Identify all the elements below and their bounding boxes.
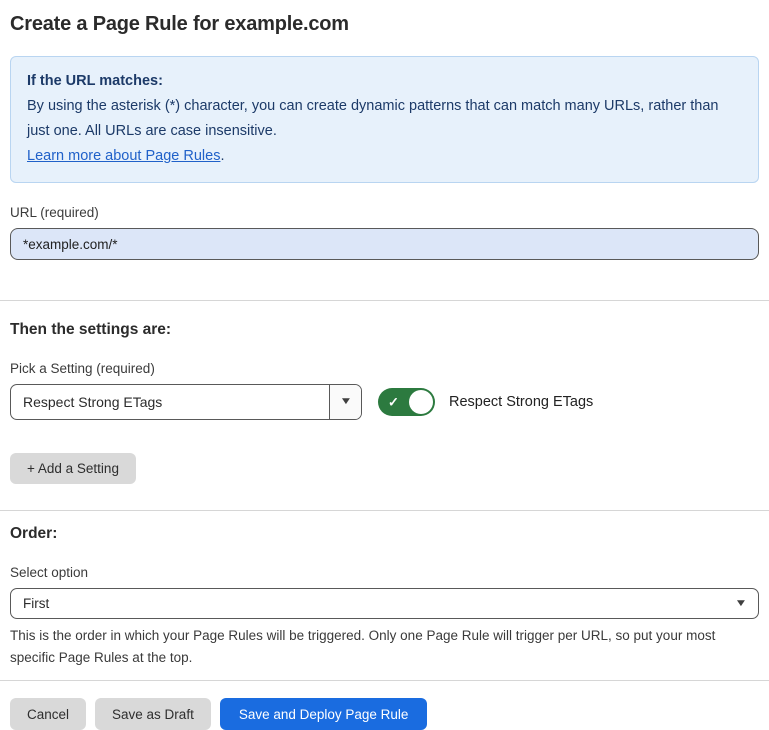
order-select-label: Select option [10,565,759,580]
order-heading: Order: [10,525,759,543]
caret-down-icon: ▼ [339,397,352,407]
page-title: Create a Page Rule for example.com [10,13,759,36]
caret-down-icon: ▼ [734,599,747,609]
setting-toggle[interactable]: ✓ [378,388,435,416]
save-deploy-button[interactable]: Save and Deploy Page Rule [220,698,428,730]
pick-setting-label: Pick a Setting (required) [10,361,759,376]
url-input[interactable] [10,228,759,260]
setting-select-value: Respect Strong ETags [11,385,329,419]
url-field-label: URL (required) [10,205,759,220]
setting-select-caret-box[interactable]: ▼ [329,385,361,419]
info-box-link-line: Learn more about Page Rules. [27,144,742,169]
setting-toggle-group: ✓ Respect Strong ETags [378,388,593,416]
create-page-rule-form: Create a Page Rule for example.com If th… [0,0,769,730]
order-select-value: First [23,596,736,611]
settings-heading: Then the settings are: [10,321,759,339]
add-setting-button[interactable]: + Add a Setting [10,453,136,484]
section-divider [0,300,769,301]
order-select[interactable]: First ▼ [10,588,759,619]
cancel-button[interactable]: Cancel [10,698,86,730]
section-divider [0,680,769,681]
info-box-body: By using the asterisk (*) character, you… [27,94,742,144]
setting-row: Respect Strong ETags ▼ ✓ Respect Strong … [10,384,759,420]
toggle-knob [409,390,433,414]
save-draft-button[interactable]: Save as Draft [95,698,211,730]
section-divider [0,510,769,511]
info-box-heading: If the URL matches: [27,69,742,94]
order-help-text: This is the order in which your Page Rul… [10,625,759,669]
setting-toggle-label: Respect Strong ETags [449,394,593,410]
learn-more-link[interactable]: Learn more about Page Rules [27,148,220,164]
check-icon: ✓ [388,396,399,409]
url-match-info-box: If the URL matches: By using the asteris… [10,56,759,183]
form-actions: Cancel Save as Draft Save and Deploy Pag… [10,698,759,730]
setting-select[interactable]: Respect Strong ETags ▼ [10,384,362,420]
link-period: . [220,148,224,164]
